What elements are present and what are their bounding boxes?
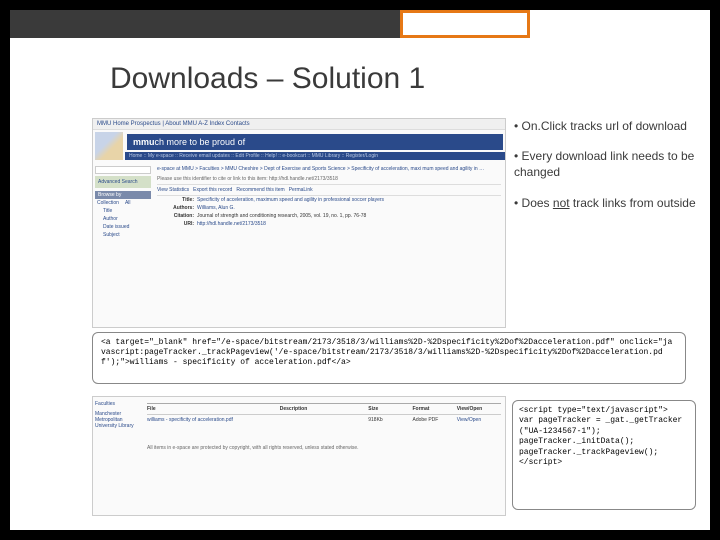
th-view: View/Open: [457, 406, 501, 412]
meta-authors-label: Authors:: [157, 205, 197, 211]
code-snippet-tracker: <script type="text/javascript"> var page…: [512, 400, 696, 510]
td-format: Adobe PDF: [413, 417, 457, 423]
bullet-2: • Every download link needs to be change…: [514, 148, 698, 180]
ss2-main: File Description Size Format View/Open w…: [143, 397, 505, 515]
bullet-3-underlined: not: [553, 196, 570, 210]
breadcrumb: e-space at MMU > Faculties > MMU Cheshir…: [157, 164, 501, 174]
ss-main: e-space at MMU > Faculties > MMU Cheshir…: [153, 162, 505, 241]
slide: Downloads – Solution 1 MMU Home Prospect…: [10, 10, 710, 530]
bullet-3-b: track links from outside: [570, 196, 696, 210]
advanced-search: Advanced Search: [95, 176, 151, 188]
ss-top-nav: MMU Home Prospectus | About MMU A-Z Inde…: [93, 119, 505, 130]
th-file: File: [147, 406, 280, 412]
file-table-header: File Description Size Format View/Open: [147, 404, 501, 415]
meta-citation-val: Journal of strength and conditioning res…: [197, 213, 501, 219]
tree-author: Author: [95, 215, 151, 223]
tool-recommend: Recommend this item: [236, 187, 284, 193]
accent-bar-orange: [400, 10, 530, 38]
td-desc: [280, 417, 369, 423]
banner-rest: ch more to be proud of: [155, 137, 246, 147]
file-table: File Description Size Format View/Open w…: [147, 403, 501, 425]
bullet-1: • On.Click tracks url of download: [514, 118, 698, 134]
meta-uri-label: URI:: [157, 221, 197, 227]
td-view: View/Open: [457, 417, 501, 423]
file-table-row: williams - specificity of acceleration.p…: [147, 415, 501, 425]
tab-collection: Collection: [97, 200, 119, 206]
meta-citation-label: Citation:: [157, 213, 197, 219]
search-input-mock: [95, 166, 151, 174]
url-label: Please use this identifier to cite or li…: [157, 176, 268, 182]
tool-permalink: PermaLink: [289, 187, 313, 193]
bullet-list: • On.Click tracks url of download • Ever…: [514, 118, 698, 225]
ss2-side-1: Faculties: [95, 399, 141, 409]
tree-subject: Subject: [95, 231, 151, 239]
meta-authors-val: Williams, Alun G.: [197, 205, 501, 211]
browse-header: Browse by: [95, 191, 151, 199]
repository-screenshot-2: Faculties Manchester Metropolitan Univer…: [92, 396, 506, 516]
accent-bar-dark: [10, 10, 400, 38]
meta-title-val: Specificity of acceleration, maximum spe…: [197, 197, 501, 203]
mmu-logo: [95, 132, 123, 160]
ss2-sidebar: Faculties Manchester Metropolitan Univer…: [93, 397, 143, 515]
th-desc: Description: [280, 406, 369, 412]
ss-banner: mmu ch more to be proud of: [127, 134, 503, 150]
bullet-1-text-a: • On.Click: [514, 119, 570, 133]
meta-title-label: Title:: [157, 197, 197, 203]
tool-stats: View Statistics: [157, 187, 189, 193]
tree-title: Title: [95, 207, 151, 215]
th-size: Size: [368, 406, 412, 412]
slide-title: Downloads – Solution 1: [110, 62, 425, 96]
ss2-side-2: Manchester Metropolitan University Libra…: [95, 409, 141, 431]
bullet-1-text-b: tracks url of download: [570, 119, 687, 133]
ss2-footer: All items in e-space are protected by co…: [147, 445, 501, 451]
tool-export: Export this record: [193, 187, 232, 193]
td-file: williams - specificity of acceleration.p…: [147, 417, 280, 423]
repository-screenshot: MMU Home Prospectus | About MMU A-Z Inde…: [92, 118, 506, 328]
banner-prefix: mmu: [133, 137, 155, 147]
ss-sidebar: Advanced Search Browse by Collection All…: [93, 162, 153, 241]
ss-subnav: Home :: My e-space :: Receive email upda…: [125, 152, 505, 160]
bullet-3: • Does not track links from outside: [514, 195, 698, 211]
tab-all: All: [125, 200, 131, 206]
ss-toolbar: View Statistics Export this record Recom…: [157, 184, 501, 196]
meta-uri-val: http://hdl.handle.net/2173/3518: [197, 221, 501, 227]
url-line: Please use this identifier to cite or li…: [157, 174, 501, 184]
code-snippet-anchor: <a target="_blank" href="/e-space/bitstr…: [92, 332, 686, 384]
td-size: 918Kb: [368, 417, 412, 423]
th-format: Format: [413, 406, 457, 412]
browse-tabs: Collection All: [95, 199, 151, 207]
tree-date: Date issued: [95, 223, 151, 231]
url-value: http://hdl.handle.net/2173/3518: [269, 176, 338, 182]
bullet-3-a: • Does: [514, 196, 553, 210]
